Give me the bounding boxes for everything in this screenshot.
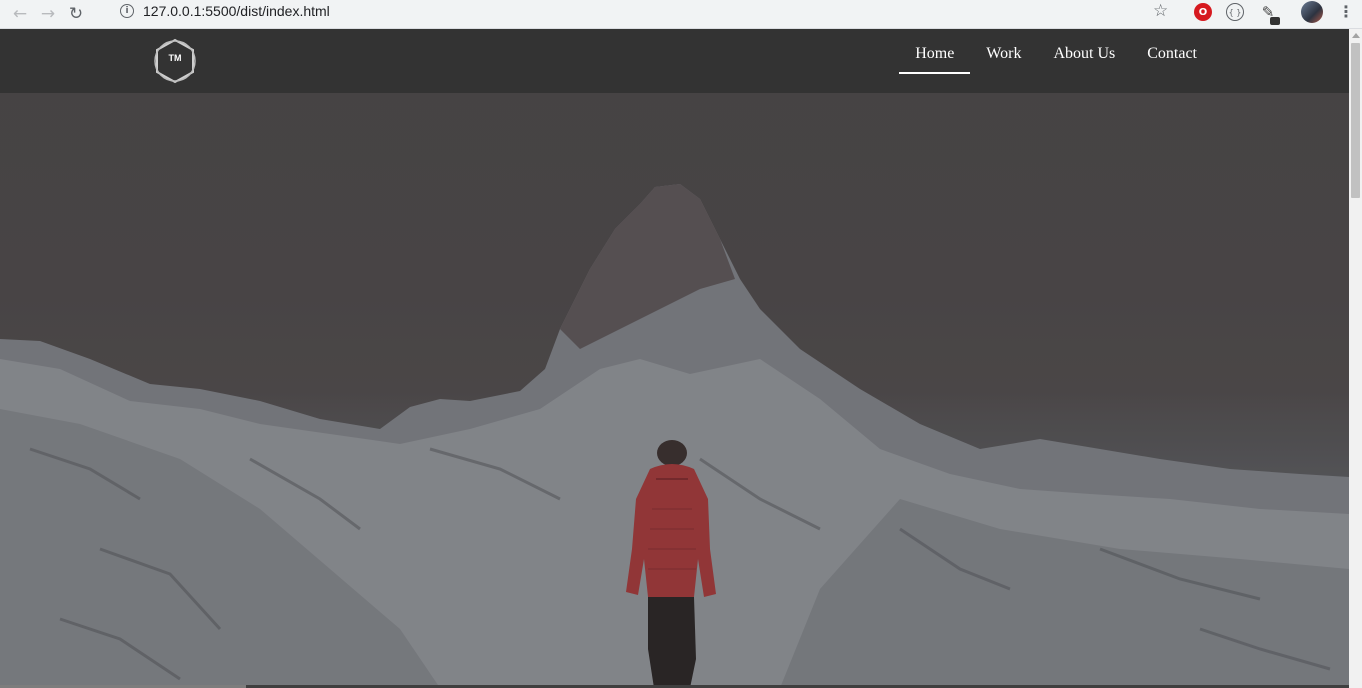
reload-icon[interactable]: ↻ [62, 3, 90, 25]
browser-menu-icon[interactable]: ⋮ [1338, 2, 1354, 21]
site-logo[interactable]: TM [152, 37, 198, 85]
pen-extension-icon[interactable]: ✎ [1259, 3, 1280, 25]
browser-toolbar: ← → ↻ i 127.0.0.1:5500/dist/index.html ☆… [0, 0, 1362, 29]
scroll-up-arrow-icon[interactable] [1352, 33, 1360, 38]
nav-link-work[interactable]: Work [970, 29, 1037, 74]
json-extension-icon[interactable]: { } [1226, 3, 1244, 21]
url-text[interactable]: 127.0.0.1:5500/dist/index.html [143, 3, 330, 19]
profile-avatar[interactable] [1301, 1, 1323, 23]
site-info-icon[interactable]: i [120, 4, 134, 18]
nav-link-about-us[interactable]: About Us [1037, 29, 1131, 74]
bookmark-star-icon[interactable]: ☆ [1153, 1, 1168, 21]
hero-background-image [0, 29, 1349, 688]
opera-extension-icon[interactable]: O [1194, 3, 1212, 21]
forward-arrow-icon[interactable]: → [34, 3, 62, 25]
extension-badge [1270, 17, 1280, 25]
page-viewport: TM Home Work About Us Contact [0, 29, 1349, 688]
scrollbar-thumb[interactable] [1351, 43, 1360, 198]
logo-text: TM [168, 53, 182, 63]
main-navigation: Home Work About Us Contact [899, 29, 1213, 93]
hero-dark-overlay [0, 29, 1349, 688]
nav-link-contact[interactable]: Contact [1131, 29, 1213, 74]
vertical-scrollbar[interactable] [1349, 29, 1362, 688]
nav-link-home[interactable]: Home [899, 29, 971, 74]
site-header: TM Home Work About Us Contact [0, 29, 1349, 93]
address-bar[interactable]: i 127.0.0.1:5500/dist/index.html [108, 0, 1180, 22]
back-arrow-icon[interactable]: ← [6, 3, 34, 25]
